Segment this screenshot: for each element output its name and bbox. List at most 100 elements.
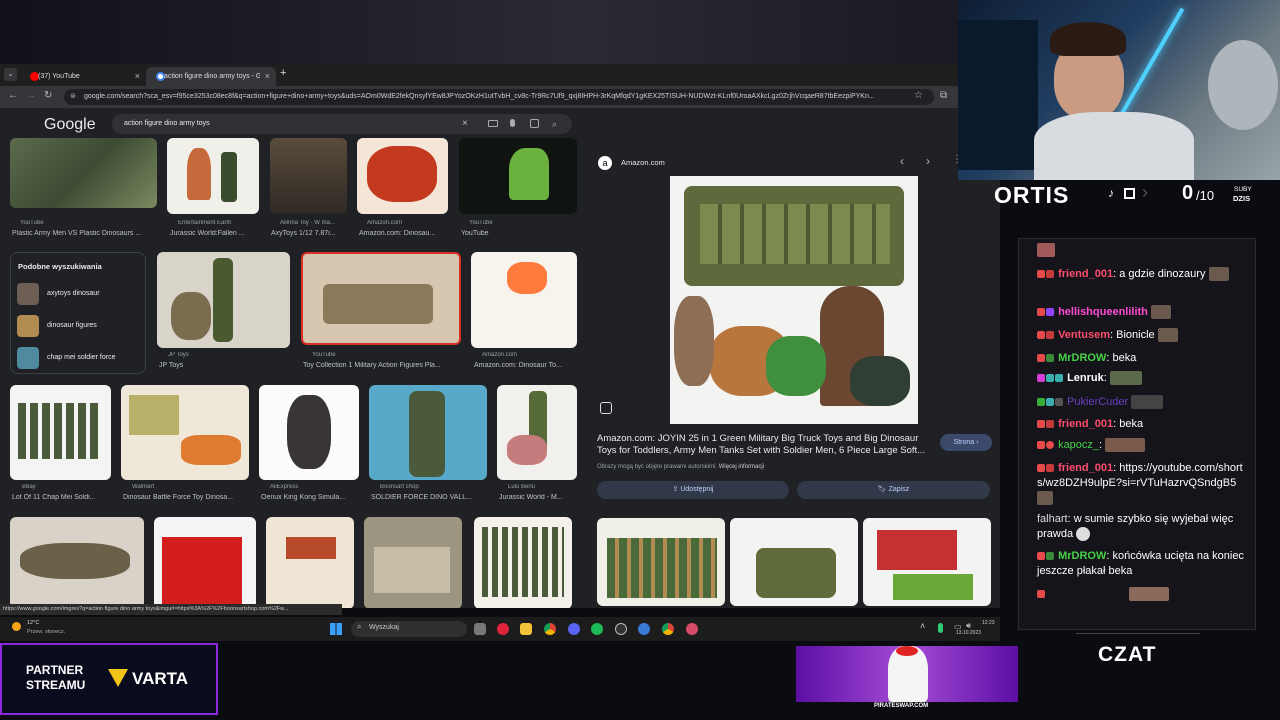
result-caption[interactable]: Amazon.com: Dinosaur To... — [474, 362, 578, 369]
extensions-icon[interactable]: ⧉ — [940, 90, 947, 101]
related-image[interactable] — [730, 518, 858, 606]
clock-time[interactable]: 12:23 — [982, 620, 995, 626]
chat-username[interactable]: falhart — [1037, 513, 1068, 525]
save-button[interactable]: 🔖︎ Zapisz — [797, 481, 990, 499]
partner-line: PARTNER — [26, 663, 84, 677]
chat-username[interactable]: Lenruk — [1067, 372, 1104, 384]
chat-username[interactable]: hellishqueenlilith — [1058, 306, 1148, 318]
lens-search-icon[interactable] — [600, 402, 612, 414]
preview-image[interactable] — [670, 176, 918, 424]
related-image[interactable] — [863, 518, 991, 606]
result-image[interactable] — [357, 138, 448, 214]
result-caption[interactable]: Plastic Army Men VS Plastic Dinosaurs ..… — [12, 230, 157, 237]
task-view-icon[interactable] — [474, 623, 486, 635]
spotify-icon[interactable] — [591, 623, 603, 635]
chat-username[interactable]: Ventusem — [1058, 329, 1110, 341]
result-image[interactable] — [471, 252, 577, 348]
result-image[interactable] — [497, 385, 577, 480]
forward-icon[interactable]: → — [26, 90, 36, 101]
chat-username[interactable]: friend_001 — [1058, 418, 1113, 430]
result-caption[interactable]: Amazon.com: Dinosau... — [359, 230, 449, 237]
result-image[interactable] — [167, 138, 259, 214]
result-image[interactable] — [10, 517, 144, 608]
next-icon[interactable]: › — [926, 154, 930, 168]
chat-username[interactable]: friend_001 — [1058, 462, 1113, 474]
related-image[interactable] — [597, 518, 725, 606]
mic-icon[interactable] — [938, 623, 943, 633]
result-image[interactable] — [10, 138, 157, 208]
reload-icon[interactable]: ↻ — [44, 90, 52, 101]
tab-google-search[interactable]: action figure dino army toys - G × — [146, 67, 276, 86]
result-image[interactable] — [121, 385, 249, 480]
clock-date[interactable]: 13.10.2023 — [956, 630, 981, 636]
sub-badge-icon — [1037, 420, 1045, 429]
result-image[interactable] — [474, 517, 572, 608]
result-caption[interactable]: Lot Of 11 Chap Mei Soldi... — [12, 494, 112, 501]
back-icon[interactable]: ← — [8, 90, 18, 101]
result-image[interactable] — [364, 517, 462, 608]
search-input[interactable]: action figure dino army toys × ⌕ — [112, 114, 572, 134]
preview-title[interactable]: Amazon.com: JOYIN 25 in 1 Green Military… — [597, 433, 927, 457]
result-caption[interactable]: Jurassic World - M... — [499, 494, 577, 501]
site-info-icon[interactable]: ⊜ — [70, 89, 76, 105]
tray-expand-icon[interactable]: ˄ — [920, 621, 925, 631]
close-icon[interactable]: × — [135, 67, 140, 86]
result-image[interactable] — [301, 252, 461, 345]
result-caption[interactable]: AxyToys 1/12 7.87i... — [271, 230, 349, 237]
result-image[interactable] — [459, 138, 577, 214]
preview-site[interactable]: Amazon.com — [621, 158, 665, 167]
file-explorer-icon[interactable] — [520, 623, 532, 635]
pin-icon[interactable] — [686, 623, 698, 635]
result-image[interactable] — [369, 385, 487, 480]
taskbar-search[interactable]: ⌕ Wyszukaj — [351, 621, 467, 637]
lens-icon[interactable] — [530, 119, 539, 128]
result-image[interactable] — [270, 138, 347, 214]
chat-username[interactable]: friend_001 — [1058, 268, 1113, 280]
search-icon[interactable]: ⌕ — [552, 114, 557, 134]
result-source: YouTube — [20, 220, 44, 226]
related-item[interactable]: axytoys dinosaur — [17, 283, 141, 305]
related-item[interactable]: dinosaur figures — [17, 315, 141, 337]
new-tab-button[interactable]: + — [280, 67, 286, 79]
chat-username[interactable]: MrDROW — [1058, 550, 1106, 562]
start-icon[interactable] — [330, 623, 342, 635]
result-image[interactable] — [10, 385, 111, 480]
google-logo[interactable]: Google — [44, 116, 96, 134]
discord-icon[interactable] — [568, 623, 580, 635]
previous-icon[interactable]: ‹ — [900, 154, 904, 168]
more-info-link[interactable]: Więcej informacji — [719, 464, 764, 470]
bookmark-star-icon[interactable]: ☆ — [914, 90, 923, 101]
result-caption[interactable]: Dinosaur Battle Force Toy Dinosa... — [123, 494, 249, 501]
result-caption[interactable]: Toy Collection 1 Military Action Figures… — [303, 362, 461, 369]
close-icon[interactable]: × — [265, 67, 270, 86]
emote — [1208, 267, 1229, 282]
result-caption[interactable]: JP Toys — [159, 362, 279, 369]
chat-username[interactable]: PukierCuder — [1067, 396, 1128, 408]
chrome-icon[interactable] — [544, 623, 556, 635]
tab-youtube[interactable]: (37) YouTube × — [20, 67, 146, 86]
result-image[interactable] — [157, 252, 290, 348]
visit-button[interactable]: Strona › — [940, 434, 992, 451]
related-item[interactable]: chap mei soldier force — [17, 347, 141, 369]
weather-temp[interactable]: 12°C — [27, 620, 39, 626]
chat-username[interactable]: kapocz_ — [1058, 439, 1099, 451]
tab-list-icon[interactable]: ⌄ — [4, 68, 17, 81]
obs-icon[interactable] — [615, 623, 627, 635]
result-caption[interactable]: Oenux King Kong Simula... — [261, 494, 361, 501]
result-caption[interactable]: Jurassic World:Fallen ... — [170, 230, 262, 237]
chat-username[interactable]: MrDROW — [1058, 352, 1106, 364]
chrome-icon[interactable] — [662, 623, 674, 635]
clear-icon[interactable]: × — [462, 114, 468, 134]
url-input[interactable]: ⊜ google.com/search?sca_esv=f95ce3253c08… — [64, 89, 934, 105]
result-caption[interactable]: SOLDIER FORCE DINO VALL... — [371, 494, 487, 501]
share-button[interactable]: ⇪ Udostępnij — [597, 481, 789, 499]
opera-icon[interactable] — [497, 623, 509, 635]
keyboard-icon[interactable] — [488, 120, 498, 127]
result-caption[interactable]: YouTube — [461, 230, 541, 237]
mic-icon[interactable] — [510, 119, 515, 127]
chat-message: kapocz_: — [1037, 438, 1247, 453]
app-icon[interactable] — [638, 623, 650, 635]
result-image[interactable] — [266, 517, 354, 608]
result-image[interactable] — [259, 385, 359, 480]
result-image[interactable] — [154, 517, 256, 608]
